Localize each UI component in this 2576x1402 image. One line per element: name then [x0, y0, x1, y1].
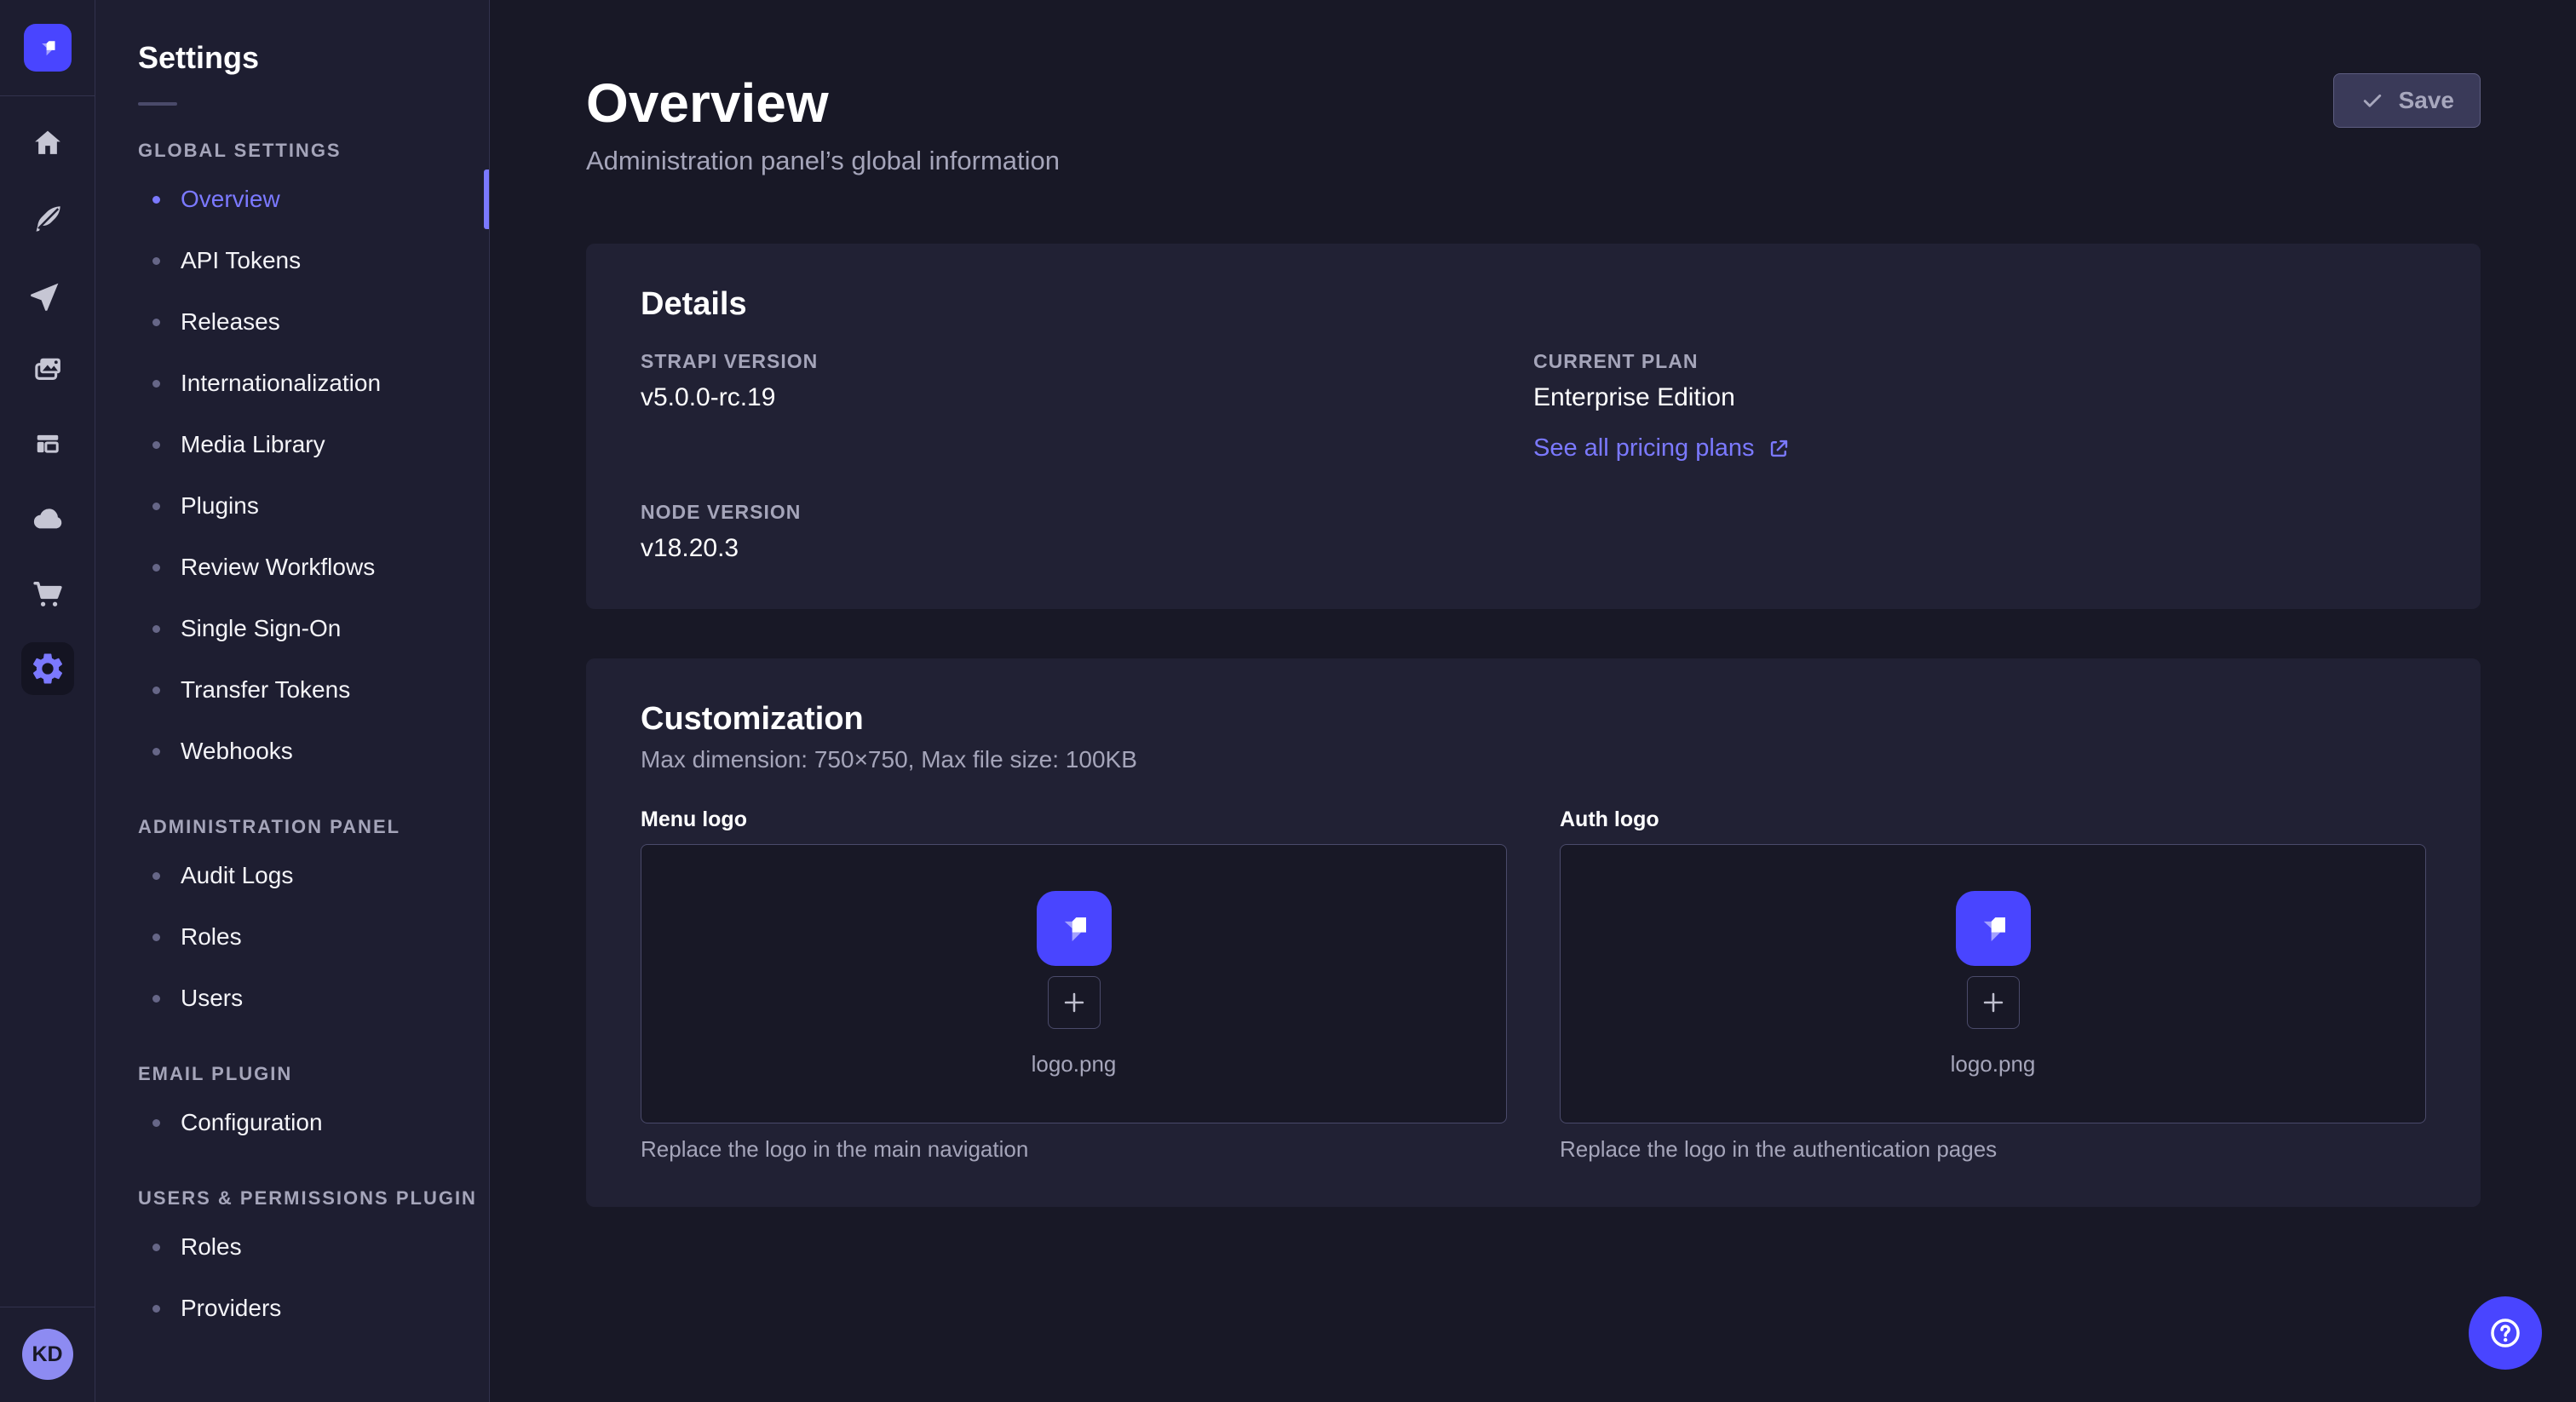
- bullet-icon: [152, 196, 160, 204]
- auth-logo-label: Auth logo: [1560, 807, 2426, 832]
- bullet-icon: [152, 748, 160, 756]
- menu-logo-filename: logo.png: [1032, 1051, 1117, 1077]
- sidebar-title: Settings: [95, 39, 489, 77]
- auth-logo-filename: logo.png: [1951, 1051, 2036, 1077]
- section-label-users-permissions-plugin: USERS & PERMISSIONS PLUGIN: [95, 1186, 489, 1211]
- menu-logo-label: Menu logo: [641, 807, 1507, 832]
- user-avatar[interactable]: KD: [22, 1329, 73, 1380]
- strapi-version-field: STRAPI VERSION v5.0.0-rc.19: [641, 349, 1533, 463]
- sidebar-item-media-library[interactable]: Media Library: [95, 414, 489, 475]
- add-auth-logo-button[interactable]: [1967, 976, 2020, 1029]
- section-label-email-plugin: EMAIL PLUGIN: [95, 1061, 489, 1087]
- sidebar-item-internationalization[interactable]: Internationalization: [95, 353, 489, 414]
- sidebar-item-plugins[interactable]: Plugins: [95, 475, 489, 537]
- menu-logo-hint: Replace the logo in the main navigation: [641, 1135, 1507, 1163]
- images-icon[interactable]: [0, 331, 95, 406]
- bullet-icon: [152, 625, 160, 633]
- bullet-icon: [152, 872, 160, 880]
- pricing-plans-link[interactable]: See all pricing plans: [1533, 434, 1791, 463]
- layout-icon[interactable]: [0, 406, 95, 481]
- strapi-logo[interactable]: [24, 24, 72, 72]
- sidebar-item-up-providers[interactable]: Providers: [95, 1278, 489, 1339]
- menu-logo-upload: Menu logo logo.png: [641, 807, 1507, 1163]
- bullet-icon: [152, 1244, 160, 1251]
- paper-plane-icon[interactable]: [0, 256, 95, 331]
- external-link-icon: [1767, 436, 1791, 461]
- section-users-permissions-plugin: USERS & PERMISSIONS PLUGIN Roles Provide…: [95, 1186, 489, 1339]
- bullet-icon: [152, 934, 160, 941]
- main-content: Overview Administration panel’s global i…: [490, 0, 2576, 1402]
- sidebar-title-divider: [138, 102, 177, 106]
- add-menu-logo-button[interactable]: [1048, 976, 1101, 1029]
- sidebar-item-up-roles[interactable]: Roles: [95, 1216, 489, 1278]
- cloud-icon[interactable]: [0, 481, 95, 556]
- sidebar-item-webhooks[interactable]: Webhooks: [95, 721, 489, 782]
- bullet-icon: [152, 1305, 160, 1313]
- menu-logo-preview: [1037, 891, 1112, 966]
- auth-logo-dropzone[interactable]: logo.png: [1560, 844, 2426, 1123]
- sidebar-item-transfer-tokens[interactable]: Transfer Tokens: [95, 659, 489, 721]
- bullet-icon: [152, 1119, 160, 1127]
- sidebar-item-releases[interactable]: Releases: [95, 291, 489, 353]
- cart-icon[interactable]: [0, 556, 95, 631]
- page-title: Overview: [586, 73, 1060, 133]
- node-version-field: NODE VERSION v18.20.3: [641, 500, 1533, 565]
- section-email-plugin: EMAIL PLUGIN Configuration: [95, 1061, 489, 1153]
- sidebar-item-single-sign-on[interactable]: Single Sign-On: [95, 598, 489, 659]
- auth-logo-preview: [1956, 891, 2031, 966]
- sidebar-item-api-tokens[interactable]: API Tokens: [95, 230, 489, 291]
- details-title: Details: [641, 284, 2426, 324]
- gear-active-tile: [21, 642, 74, 695]
- bullet-icon: [152, 319, 160, 326]
- feather-icon[interactable]: [0, 181, 95, 256]
- help-button[interactable]: [2469, 1296, 2542, 1370]
- strapi-glyph: [1050, 905, 1098, 952]
- customization-title: Customization: [641, 699, 2426, 738]
- section-global-settings: GLOBAL SETTINGS Overview API Tokens Rele…: [95, 138, 489, 782]
- home-icon[interactable]: [0, 106, 95, 181]
- bullet-icon: [152, 441, 160, 449]
- bullet-icon: [152, 687, 160, 694]
- question-mark-icon: [2487, 1314, 2524, 1352]
- settings-sidebar: Settings GLOBAL SETTINGS Overview API To…: [95, 0, 490, 1402]
- sidebar-item-admin-roles[interactable]: Roles: [95, 906, 489, 968]
- page-subtitle: Administration panel’s global informatio…: [586, 145, 1060, 177]
- customization-card: Customization Max dimension: 750×750, Ma…: [586, 658, 2481, 1207]
- auth-logo-hint: Replace the logo in the authentication p…: [1560, 1135, 2426, 1163]
- save-button[interactable]: Save: [2333, 73, 2481, 128]
- strapi-glyph: [33, 33, 62, 62]
- sidebar-item-review-workflows[interactable]: Review Workflows: [95, 537, 489, 598]
- details-card: Details STRAPI VERSION v5.0.0-rc.19 CURR…: [586, 244, 2481, 609]
- bullet-icon: [152, 503, 160, 510]
- auth-logo-upload: Auth logo logo.png: [1560, 807, 2426, 1163]
- gear-icon[interactable]: [0, 631, 95, 706]
- customization-subtitle: Max dimension: 750×750, Max file size: 1…: [641, 745, 2426, 774]
- bullet-icon: [152, 257, 160, 265]
- section-label-administration-panel: ADMINISTRATION PANEL: [95, 814, 489, 840]
- section-administration-panel: ADMINISTRATION PANEL Audit Logs Roles Us…: [95, 814, 489, 1029]
- strapi-glyph: [1969, 905, 2017, 952]
- plus-icon: [1979, 988, 2008, 1017]
- bullet-icon: [152, 564, 160, 572]
- sidebar-item-admin-users[interactable]: Users: [95, 968, 489, 1029]
- sidebar-item-email-configuration[interactable]: Configuration: [95, 1092, 489, 1153]
- plus-icon: [1060, 988, 1089, 1017]
- section-label-global-settings: GLOBAL SETTINGS: [95, 138, 489, 164]
- sidebar-item-audit-logs[interactable]: Audit Logs: [95, 845, 489, 906]
- sidebar-item-overview[interactable]: Overview: [95, 169, 489, 230]
- bullet-icon: [152, 380, 160, 388]
- menu-logo-dropzone[interactable]: logo.png: [641, 844, 1507, 1123]
- nav-rail: KD: [0, 0, 95, 1402]
- check-icon: [2360, 88, 2385, 113]
- current-plan-field: CURRENT PLAN Enterprise Edition See all …: [1533, 349, 2426, 463]
- bullet-icon: [152, 995, 160, 1003]
